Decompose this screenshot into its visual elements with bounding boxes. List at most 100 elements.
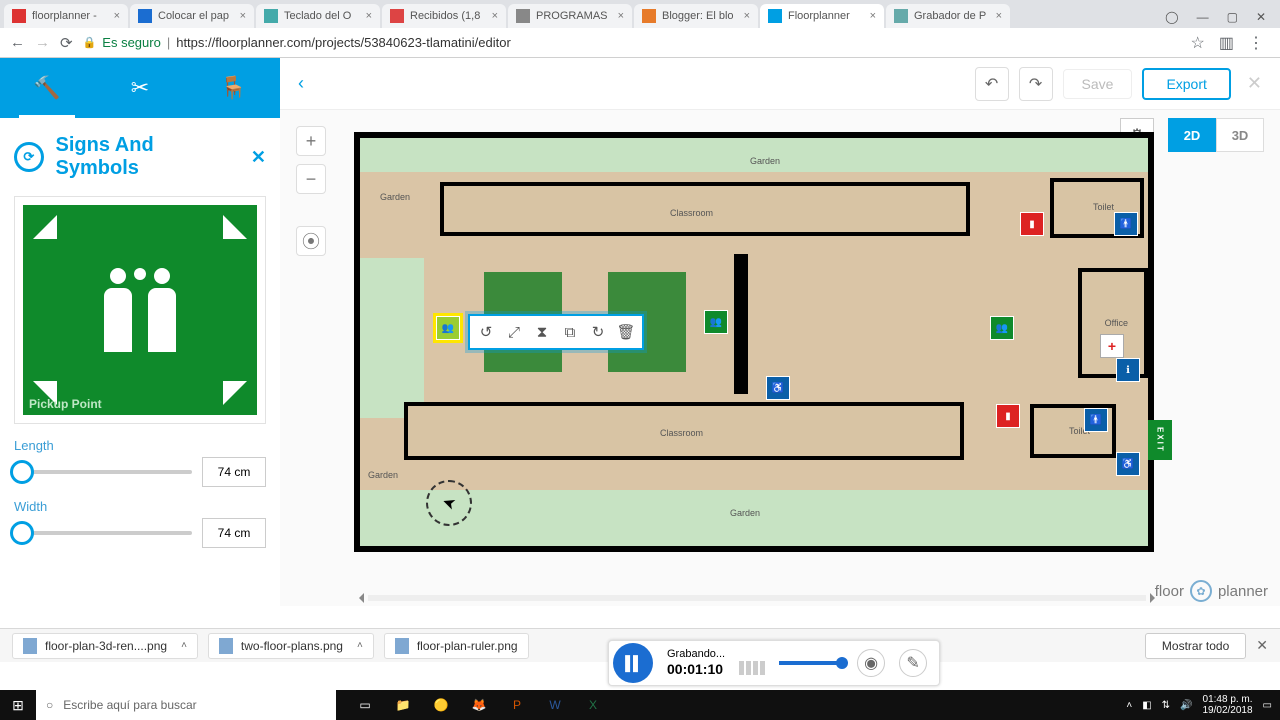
close-downloads-icon[interactable]: ✕	[1256, 637, 1268, 654]
url-field[interactable]: 🔒 Es seguro | https://floorplanner.com/p…	[83, 35, 1181, 50]
notifications-icon[interactable]: ▭	[1263, 700, 1272, 711]
recorder-tray-icon[interactable]: ◧	[1142, 700, 1151, 711]
windows-taskbar: ⊞ ○ Escribe aquí para buscar ▭ 📁 🟡 🦊 P W…	[0, 690, 1280, 720]
zoom-out-button[interactable]: −	[296, 164, 326, 194]
close-icon[interactable]: ×	[240, 10, 246, 22]
close-icon[interactable]: ×	[114, 10, 120, 22]
mirror-button[interactable]: ⧗	[528, 318, 556, 346]
length-slider[interactable]	[14, 470, 192, 474]
close-icon[interactable]: ×	[996, 10, 1002, 22]
download-item[interactable]: floor-plan-ruler.png	[384, 633, 529, 659]
accessibility-sign-icon[interactable]: ♿	[1116, 452, 1140, 476]
close-panel-icon[interactable]: ✕	[251, 147, 266, 168]
fire-extinguisher-icon[interactable]: ▮	[996, 404, 1020, 428]
browser-tab[interactable]: Teclado del O×	[256, 4, 380, 28]
menu-icon[interactable]: ⋮	[1248, 33, 1264, 53]
copy-button[interactable]: ⧉	[556, 318, 584, 346]
excel-icon[interactable]: X	[576, 690, 610, 720]
show-all-downloads-button[interactable]: Mostrar todo	[1145, 633, 1246, 659]
floorplanner-logo: floor✿planner	[1155, 580, 1268, 602]
restroom-sign-icon[interactable]: 🚹	[1114, 212, 1138, 236]
undo-button[interactable]: ↶	[975, 67, 1009, 101]
file-explorer-icon[interactable]: 📁	[386, 690, 420, 720]
close-window-icon[interactable]: ✕	[1256, 10, 1266, 24]
task-view-icon[interactable]: ▭	[348, 690, 382, 720]
volume-slider[interactable]	[779, 661, 843, 665]
browser-tab-active[interactable]: Floorplanner×	[760, 4, 884, 28]
firefox-icon[interactable]: 🦊	[462, 690, 496, 720]
length-label: Length	[14, 438, 266, 453]
tool-tab-furnish[interactable]: 🪑	[187, 58, 280, 118]
rotate-ccw-button[interactable]: ↺	[472, 318, 500, 346]
annotate-button[interactable]: ✎	[899, 649, 927, 677]
assembly-sign-icon[interactable]: 👥	[704, 310, 728, 334]
save-button[interactable]: Save	[1063, 69, 1133, 99]
reload-icon[interactable]: ⟳	[60, 34, 73, 52]
chrome-icon[interactable]: 🟡	[424, 690, 458, 720]
restroom-sign-icon[interactable]: 🚹	[1084, 408, 1108, 432]
assembly-sign-icon[interactable]: 👥	[990, 316, 1014, 340]
star-icon[interactable]: ☆	[1191, 33, 1205, 53]
start-button[interactable]: ⊞	[0, 697, 36, 714]
center-button[interactable]: ⦿	[296, 226, 326, 256]
floor-plan[interactable]: Garden Garden Classroom Toilet 🚹 ▮ 👥 👥 👥…	[354, 132, 1154, 552]
export-button[interactable]: Export	[1142, 68, 1230, 100]
redo-button[interactable]: ↷	[1019, 67, 1053, 101]
info-sign-icon[interactable]: ℹ	[1116, 358, 1140, 382]
extension-icon[interactable]: ▥	[1219, 33, 1234, 53]
chevron-up-icon[interactable]: ˄	[357, 640, 363, 651]
assembly-sign-selected[interactable]: 👥	[436, 316, 460, 340]
zoom-in-button[interactable]: +	[296, 126, 326, 156]
rotate-cw-button[interactable]: ↻	[584, 318, 612, 346]
panel-title: ⟳ Signs And Symbols ✕	[0, 118, 280, 192]
browser-tab[interactable]: Recibidos (1,8×	[382, 4, 506, 28]
view-2d-button[interactable]: 2D	[1168, 118, 1216, 152]
maximize-icon[interactable]: ▢	[1227, 10, 1238, 24]
close-icon[interactable]: ×	[366, 10, 372, 22]
close-icon[interactable]: ×	[618, 10, 624, 22]
close-icon[interactable]: ×	[744, 10, 750, 22]
browser-tab[interactable]: Blogger: El blo×	[634, 4, 758, 28]
browser-tab[interactable]: Grabador de P×	[886, 4, 1010, 28]
network-icon[interactable]: ⇅	[1162, 700, 1170, 711]
close-icon[interactable]: ×	[492, 10, 498, 22]
canvas[interactable]: + − ⦿ ⚙ 2D 3D Garden Garden Classroom To…	[280, 110, 1280, 606]
webcam-toggle-button[interactable]: ◉	[857, 649, 885, 677]
width-slider[interactable]	[14, 531, 192, 535]
browser-tab[interactable]: Colocar el pap×	[130, 4, 254, 28]
profile-icon[interactable]: ◯	[1165, 10, 1178, 24]
horizontal-scrollbar[interactable]	[354, 592, 1160, 604]
screen-recorder-bar[interactable]: ▌▌ Grabando... 00:01:10 ◉ ✎	[608, 640, 940, 686]
minimize-icon[interactable]: —	[1197, 10, 1209, 24]
powerpoint-icon[interactable]: P	[500, 690, 534, 720]
taskbar-clock[interactable]: 01:48 p. m.19/02/2018	[1202, 694, 1252, 716]
taskbar-search[interactable]: ○ Escribe aquí para buscar	[36, 690, 336, 720]
exit-sign-icon[interactable]: EXIT	[1148, 420, 1172, 460]
back-icon[interactable]: ←	[10, 34, 25, 51]
resize-button[interactable]: ⤢	[500, 318, 528, 346]
chevron-up-icon[interactable]: ˄	[181, 640, 187, 651]
sign-preview[interactable]: Pickup Point	[14, 196, 266, 424]
tool-tab-build[interactable]: 🔨	[0, 58, 93, 118]
download-item[interactable]: floor-plan-3d-ren....png˄	[12, 633, 198, 659]
fire-extinguisher-icon[interactable]: ▮	[1020, 212, 1044, 236]
word-icon[interactable]: W	[538, 690, 572, 720]
accessibility-sign-icon[interactable]: ♿	[766, 376, 790, 400]
tray-chevron-icon[interactable]: ˄	[1126, 700, 1132, 711]
volume-icon[interactable]: 🔊	[1180, 700, 1192, 711]
close-icon[interactable]: ×	[870, 10, 876, 22]
download-item[interactable]: two-floor-plans.png˄	[208, 633, 374, 659]
compass-icon[interactable]	[426, 480, 472, 526]
close-app-icon[interactable]: ✕	[1247, 73, 1262, 94]
pause-recording-button[interactable]: ▌▌	[613, 643, 653, 683]
length-value[interactable]: 74 cm	[202, 457, 266, 487]
view-3d-button[interactable]: 3D	[1216, 118, 1264, 152]
back-button[interactable]: ‹	[298, 73, 304, 94]
browser-tab[interactable]: PROGRAMAS×	[508, 4, 632, 28]
browser-tab[interactable]: floorplanner -×	[4, 4, 128, 28]
first-aid-icon[interactable]: +	[1100, 334, 1124, 358]
tool-tab-decorate[interactable]: ✂	[93, 58, 186, 118]
search-icon: ○	[46, 698, 53, 712]
width-value[interactable]: 74 cm	[202, 518, 266, 548]
delete-button[interactable]: 🗑	[612, 318, 640, 346]
